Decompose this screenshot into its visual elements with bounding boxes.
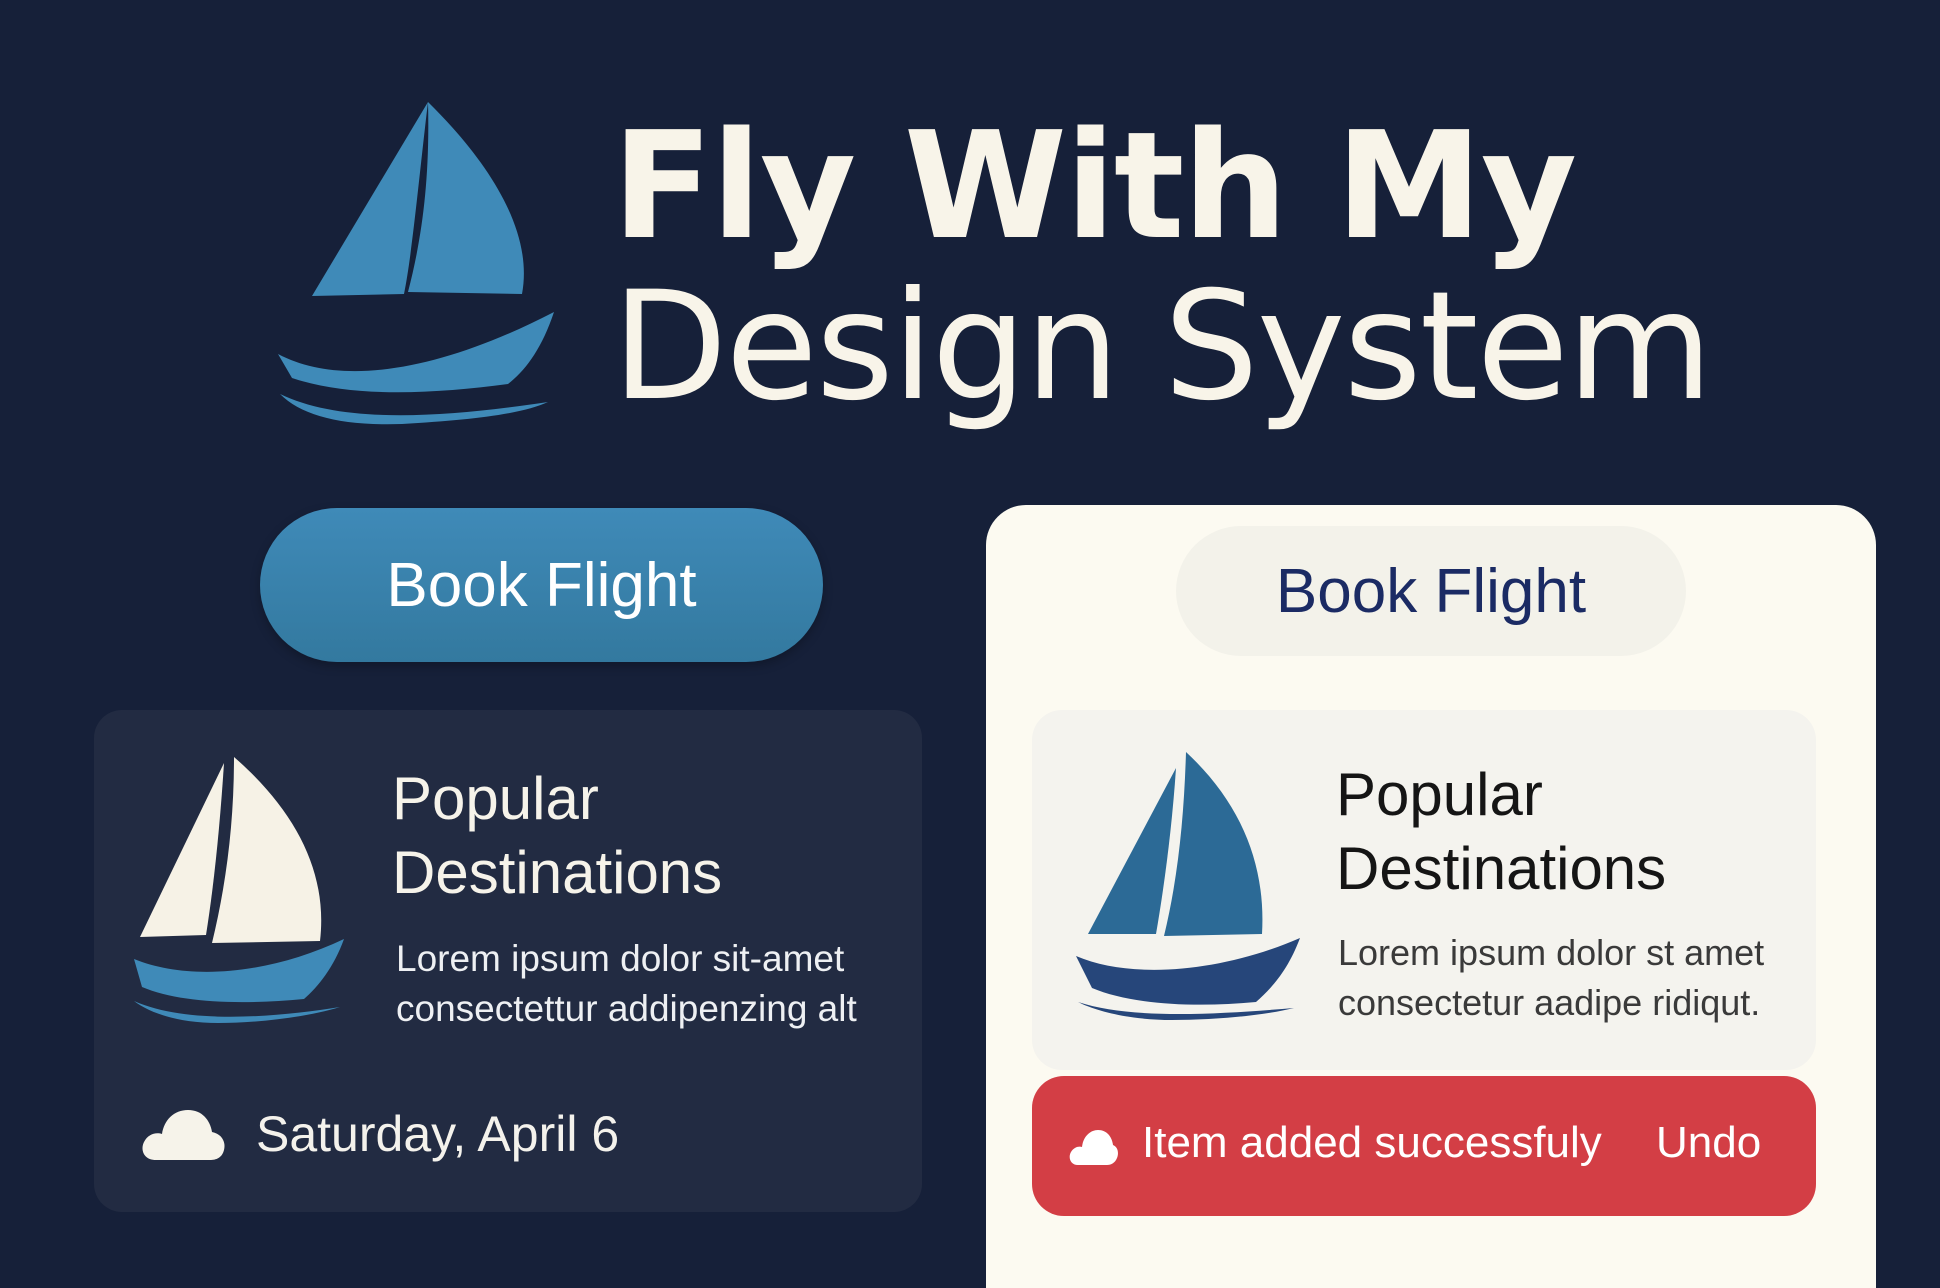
cloud-icon — [1069, 1130, 1118, 1165]
card-description-line-1: Lorem ipsum dolor sit-amet — [396, 938, 845, 979]
undo-button[interactable]: Undo — [1656, 1118, 1761, 1168]
card-title: Popular Destinations — [1336, 758, 1666, 906]
card-title-line-1: Popular — [392, 765, 599, 832]
card-description-line-1: Lorem ipsum dolor st amet — [1338, 932, 1765, 973]
card-title-line-2: Destinations — [392, 839, 723, 906]
cloud-icon — [142, 1110, 225, 1160]
card-title: Popular Destinations — [392, 762, 722, 910]
date-label: Saturday, April 6 — [256, 1106, 620, 1162]
toast-message: Item added successfuly — [1142, 1118, 1602, 1167]
card-description: Lorem ipsum dolor sit-amet consectettur … — [396, 934, 857, 1034]
sailboat-icon — [1076, 752, 1300, 1020]
sailboat-icon — [134, 757, 344, 1023]
card-title-line-1: Popular — [1336, 761, 1543, 828]
card-description-line-2: consectetur aadipe ridiqut. — [1338, 982, 1761, 1023]
sailboat-logo-icon — [278, 102, 554, 425]
card-description: Lorem ipsum dolor st amet consectetur aa… — [1338, 928, 1764, 1028]
title-line-2: Design System — [612, 260, 1713, 434]
book-flight-button-dark[interactable]: Book Flight — [260, 508, 823, 662]
card-title-line-2: Destinations — [1336, 835, 1667, 902]
book-flight-button-light[interactable]: Book Flight — [1176, 526, 1686, 656]
title-line-1: Fly With My — [612, 100, 1577, 272]
card-description-line-2: consectettur addipenzing alt — [396, 988, 857, 1029]
